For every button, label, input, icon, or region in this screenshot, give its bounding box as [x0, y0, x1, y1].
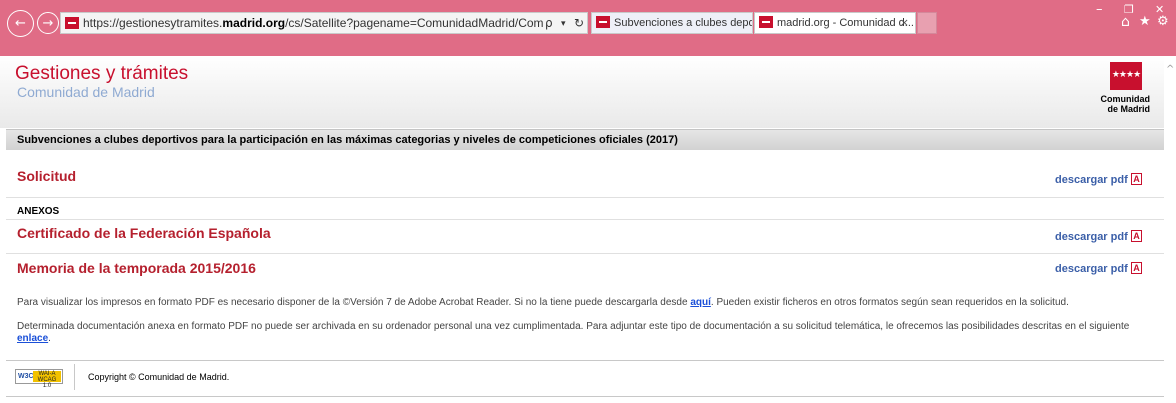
- tab-favicon-icon: [759, 16, 773, 29]
- w3c-logo: W3C: [18, 373, 34, 380]
- divider: [6, 396, 1164, 397]
- download-pdf-link[interactable]: descargar pdf: [1055, 231, 1128, 243]
- wai-a-badge[interactable]: W3C WAI-A WCAG 1.0: [15, 369, 63, 389]
- tab-madrid-org[interactable]: madrid.org - Comunidad d... ×: [754, 12, 916, 34]
- annexes-heading: ANEXOS: [17, 206, 60, 217]
- url-text[interactable]: https://gestionesytramites.madrid.org/cs…: [83, 13, 543, 33]
- favorites-star-icon[interactable]: ★: [1139, 14, 1151, 29]
- copyright-text: Copyright © Comunidad de Madrid.: [88, 372, 230, 382]
- pdf-icon[interactable]: A: [1131, 173, 1142, 185]
- scroll-up-icon[interactable]: ^: [1166, 64, 1174, 75]
- divider: [6, 253, 1164, 254]
- forward-button[interactable]: →: [37, 12, 59, 34]
- settings-gear-icon[interactable]: ⚙: [1157, 14, 1169, 29]
- page-content: Gestiones y trámites Comunidad de Madrid…: [0, 56, 1164, 403]
- comunidad-madrid-logo[interactable]: ★★★★ Comunidad de Madrid: [1078, 62, 1150, 122]
- logo-text-line2: de Madrid: [1107, 104, 1150, 114]
- search-icon[interactable]: ρ: [545, 13, 553, 33]
- page-heading: Subvenciones a clubes deportivos para la…: [6, 129, 1164, 150]
- site-subtitle: Comunidad de Madrid: [17, 84, 155, 100]
- document-title-solicitud: Solicitud: [17, 168, 77, 184]
- site-favicon-icon: [65, 16, 79, 29]
- divider: [6, 197, 1164, 198]
- pdf-icon[interactable]: A: [1131, 262, 1142, 274]
- forward-arrow-icon: →: [42, 15, 54, 31]
- chevron-down-icon[interactable]: ▾: [561, 13, 566, 33]
- tab-subvenciones[interactable]: Subvenciones a clubes deporti...: [591, 12, 753, 34]
- pdf-icon[interactable]: A: [1131, 230, 1142, 242]
- tab-label: Subvenciones a clubes deporti...: [614, 17, 752, 29]
- site-header: Gestiones y trámites Comunidad de Madrid…: [0, 56, 1164, 128]
- new-tab-button[interactable]: [917, 12, 937, 34]
- annex-documentation-note: Determinada documentación anexa en forma…: [17, 321, 1130, 344]
- wcag-badge-icon: WAI-A WCAG 1.0: [33, 371, 61, 389]
- download-reader-link[interactable]: aquí: [690, 297, 711, 308]
- logo-flag-icon: ★★★★: [1110, 62, 1142, 90]
- tab-label: madrid.org - Comunidad d...: [777, 17, 914, 29]
- back-button[interactable]: ←: [7, 10, 34, 37]
- pdf-reader-note: Para visualizar los impresos en formato …: [17, 297, 1069, 308]
- browser-chrome: ← → https://gestionesytramites.madrid.or…: [0, 0, 1176, 56]
- download-pdf-link[interactable]: descargar pdf: [1055, 174, 1128, 186]
- divider: [74, 364, 75, 390]
- tab-close-icon[interactable]: ×: [900, 13, 909, 33]
- refresh-icon[interactable]: ↻: [574, 13, 584, 33]
- vertical-scrollbar[interactable]: ^: [1164, 56, 1176, 403]
- download-pdf-link[interactable]: descargar pdf: [1055, 263, 1128, 275]
- tab-favicon-icon: [596, 16, 610, 29]
- document-title-certificado: Certificado de la Federación Española: [17, 225, 271, 241]
- document-title-memoria: Memoria de la temporada 2015/2016: [17, 260, 256, 276]
- options-link[interactable]: enlace: [17, 333, 48, 344]
- site-title[interactable]: Gestiones y trámites: [15, 63, 188, 85]
- divider: [6, 360, 1164, 361]
- minimize-icon[interactable]: –: [1096, 2, 1103, 17]
- logo-text-line1: Comunidad: [1100, 94, 1151, 104]
- divider: [6, 219, 1164, 220]
- back-arrow-icon: ←: [15, 16, 26, 31]
- address-bar[interactable]: https://gestionesytramites.madrid.org/cs…: [60, 12, 588, 34]
- home-icon[interactable]: ⌂: [1121, 14, 1130, 30]
